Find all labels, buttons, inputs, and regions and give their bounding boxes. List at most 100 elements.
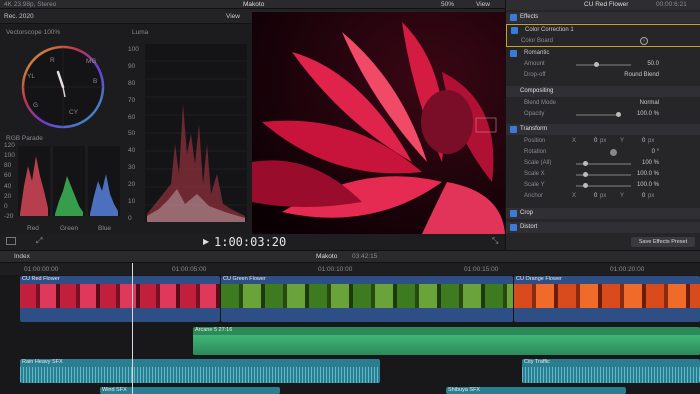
- scopes-view-menu[interactable]: View: [226, 13, 240, 20]
- luma-tick: 30: [128, 164, 136, 172]
- opacity-slider[interactable]: [576, 114, 621, 116]
- vectorscope-title: Vectorscope 100%: [6, 29, 61, 36]
- clip-green-label: CU Green Flower: [223, 276, 266, 282]
- viewer-view-menu[interactable]: View: [476, 1, 490, 8]
- luma-tick: 50: [128, 130, 136, 138]
- clip-red-label: CU Red Flower: [22, 276, 60, 282]
- distort-checkbox[interactable]: [510, 224, 517, 231]
- layout-icon[interactable]: [6, 237, 16, 245]
- clip-wind-label: Wind SFX: [102, 387, 127, 393]
- format-label: 4K 23.98p, Stereo: [4, 1, 57, 8]
- rgb-parade-blue: [88, 146, 120, 216]
- color-board-label: Color Board: [521, 38, 554, 44]
- luma-tick: 80: [128, 79, 136, 87]
- clip-orange-flower[interactable]: CU Orange Flower: [514, 276, 700, 322]
- distort-section[interactable]: Distort: [506, 222, 700, 233]
- transform-section[interactable]: Transform: [506, 124, 700, 135]
- timeline: CU Red Flower CU Green Flower CU Orange …: [0, 263, 700, 394]
- opacity-knob[interactable]: [616, 112, 621, 117]
- color-correction-checkbox[interactable]: [511, 27, 518, 34]
- rgb-tick: 40: [4, 182, 12, 190]
- blend-mode-dropdown[interactable]: Normal: [640, 98, 659, 109]
- dropoff-dropdown[interactable]: Round Blend: [624, 70, 659, 81]
- crop-section[interactable]: Crop: [506, 208, 700, 219]
- compositing-section[interactable]: Compositing: [506, 86, 700, 97]
- effects-section[interactable]: Effects: [506, 12, 700, 23]
- scale-x-knob[interactable]: [583, 172, 588, 177]
- rotation-value[interactable]: 0 °: [652, 147, 659, 158]
- rotation-dial[interactable]: [610, 149, 617, 156]
- clip-shibuya-label: Shibuya SFX: [448, 387, 481, 393]
- playhead[interactable]: [132, 263, 133, 394]
- romantic-effect[interactable]: Romantic: [506, 48, 700, 59]
- scale-y-value[interactable]: 100.0 %: [637, 180, 659, 191]
- rgb-tick: -20: [4, 212, 14, 220]
- opacity-value[interactable]: 100.0 %: [637, 109, 659, 120]
- ruler-tick: 01:00:00:00: [24, 266, 59, 273]
- vector-label-g: G: [33, 102, 39, 109]
- luma-tick: 40: [128, 147, 136, 155]
- romantic-checkbox[interactable]: [510, 50, 517, 57]
- flower-image: [252, 12, 505, 234]
- luma-tick-column: 100 90 80 70 60 50 40 30 20 10 0: [128, 38, 144, 228]
- clip-green-flower[interactable]: CU Green Flower: [221, 276, 513, 322]
- timeline-toolbar: Index Makoto 03:42:15: [0, 250, 700, 263]
- luma-tick: 10: [128, 198, 136, 206]
- position-y-label: Y: [620, 138, 625, 144]
- clip-shibuya-sfx[interactable]: Shibuya SFX: [446, 387, 626, 394]
- clip-wind-sfx[interactable]: Wind SFX: [100, 387, 280, 394]
- amount-slider[interactable]: [576, 64, 631, 66]
- fullscreen-icon[interactable]: ⤡: [492, 236, 498, 246]
- anchor-y-value[interactable]: 0: [642, 191, 645, 202]
- transform-checkbox[interactable]: [510, 126, 517, 133]
- anchor-x-value[interactable]: 0: [594, 191, 597, 202]
- rgb-parade-red: [18, 146, 50, 216]
- anchor-y-label: Y: [620, 193, 625, 199]
- clip-city-traffic[interactable]: City Traffic: [522, 359, 700, 383]
- luma-waveform: [145, 44, 247, 222]
- scale-x-value[interactable]: 100.0 %: [637, 169, 659, 180]
- anchor-row: Anchor X 0 px Y 0 px: [506, 191, 700, 202]
- timeline-ruler[interactable]: 01:00:00:00 01:00:05:00 01:00:10:00 01:0…: [0, 263, 700, 275]
- orange-flower-thumbnails: [514, 284, 700, 308]
- effects-checkbox[interactable]: [510, 14, 517, 21]
- amount-knob[interactable]: [594, 62, 599, 67]
- clip-rain-sfx[interactable]: Rain Heavy SFX: [20, 359, 380, 383]
- rgb-parade-green: [53, 146, 85, 216]
- blend-mode-row: Blend Mode Normal: [506, 98, 700, 109]
- color-correction-effect[interactable]: Color Correction 1 Color Board ›: [506, 24, 700, 47]
- amount-value[interactable]: 50.0: [647, 59, 659, 70]
- crop-checkbox[interactable]: [510, 210, 517, 217]
- scale-y-knob[interactable]: [583, 183, 588, 188]
- position-y-value[interactable]: 0: [642, 136, 645, 147]
- viewer-title: Makoto: [243, 1, 265, 8]
- vector-label-yl: YL: [27, 73, 35, 80]
- position-x-value[interactable]: 0: [594, 136, 597, 147]
- vector-label-cy: CY: [69, 109, 79, 116]
- clip-red-flower[interactable]: CU Red Flower: [20, 276, 220, 322]
- play-icon[interactable]: ▶: [203, 237, 209, 246]
- red-flower-thumbnails: [20, 284, 220, 308]
- zoom-dropdown[interactable]: 50%: [441, 1, 454, 8]
- anchor-y-unit: px: [648, 193, 655, 199]
- clip-music[interactable]: Arcane 5 27:16: [193, 327, 700, 355]
- luma-tick: 70: [128, 96, 136, 104]
- scale-all-row: Scale (All) 100 %: [506, 158, 700, 169]
- channel-blue-label: Blue: [98, 225, 112, 232]
- rgb-tick: 20: [4, 192, 12, 200]
- index-button[interactable]: Index: [14, 253, 30, 260]
- save-effects-preset-button[interactable]: Save Effects Preset: [631, 237, 695, 247]
- timecode-display: 1:00:03:20: [214, 235, 287, 249]
- color-board-arrow-icon[interactable]: ›: [640, 37, 648, 45]
- luma-tick: 100: [128, 46, 139, 53]
- tools-icon[interactable]: ⤢: [36, 236, 42, 246]
- anchor-x-label: X: [572, 193, 577, 199]
- channel-red-label: Red: [27, 225, 39, 232]
- luma-tick: 20: [128, 181, 136, 189]
- transport-bar: ⤢ ▶ 1:00:03:20 ⤡: [0, 234, 505, 250]
- scale-all-knob[interactable]: [583, 161, 588, 166]
- scale-all-value[interactable]: 100 %: [642, 158, 659, 169]
- vector-label-b: B: [93, 78, 98, 85]
- position-row: Position X 0 px Y 0 px: [506, 136, 700, 147]
- inspector-header: CU Red Flower 00:00:6:21: [506, 0, 700, 10]
